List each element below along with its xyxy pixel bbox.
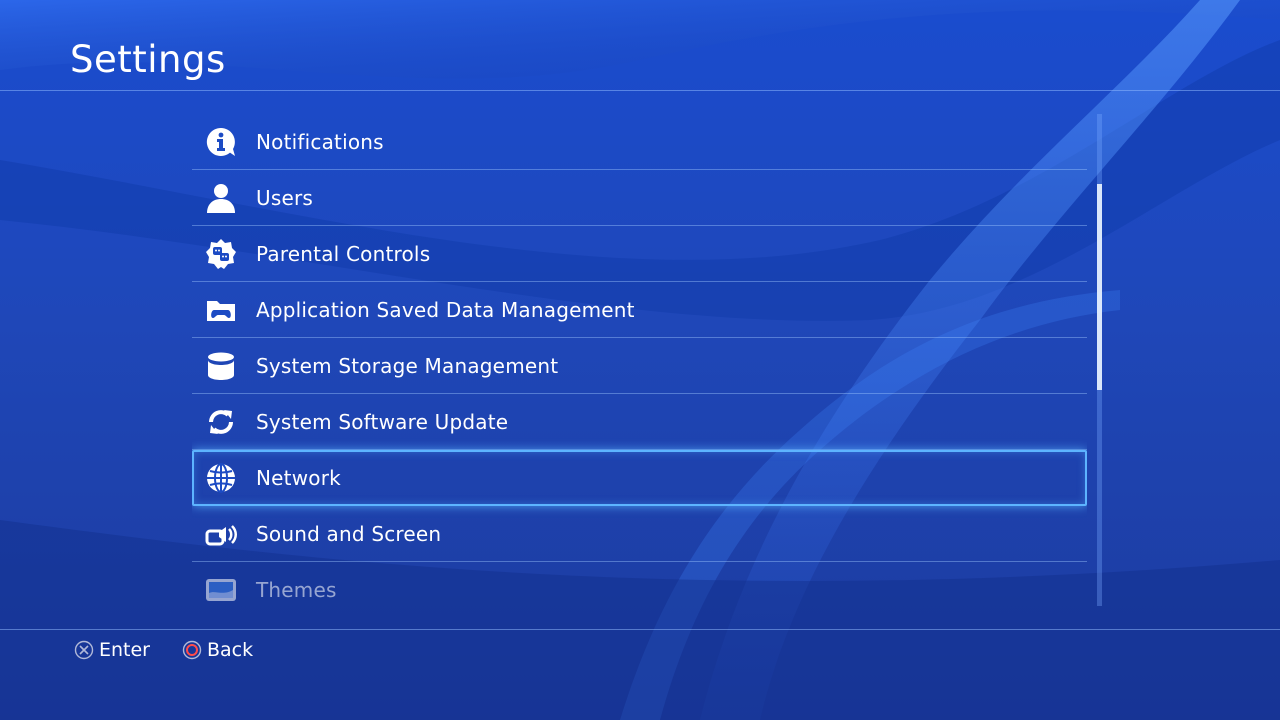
menu-item-label: Themes: [256, 578, 337, 602]
menu-item-label: Sound and Screen: [256, 521, 442, 546]
parental-shield-icon: [205, 238, 237, 270]
update-arrows-icon: [205, 406, 237, 438]
header-divider: [0, 90, 1280, 91]
menu-item-label: Application Saved Data Management: [256, 297, 635, 322]
menu-item-label: System Storage Management: [256, 353, 559, 378]
user-icon: [205, 182, 237, 214]
menu-item-application-saved-data[interactable]: Application Saved Data Management: [192, 282, 1087, 338]
enter-label: Enter: [99, 639, 150, 661]
menu-item-label: Network: [256, 466, 341, 490]
page-title: Settings: [70, 38, 226, 81]
globe-icon: [205, 462, 237, 494]
menu-item-system-software-update[interactable]: System Software Update: [192, 394, 1087, 450]
menu-item-parental-controls[interactable]: Parental Controls: [192, 226, 1087, 282]
cross-button-icon: [74, 640, 94, 660]
back-label: Back: [207, 639, 254, 661]
themes-icon: [205, 574, 237, 606]
circle-button-icon: [182, 640, 202, 660]
back-hint[interactable]: Back: [182, 639, 253, 661]
sound-screen-icon: [205, 518, 237, 550]
menu-item-users[interactable]: Users: [192, 170, 1087, 226]
menu-item-label: Notifications: [256, 129, 384, 154]
menu-item-label: Users: [256, 185, 314, 210]
scrollbar-thumb[interactable]: [1097, 184, 1102, 390]
button-hints: Enter Back: [74, 636, 285, 664]
menu-item-sound-and-screen[interactable]: Sound and Screen: [192, 506, 1087, 562]
menu-item-network[interactable]: Network: [192, 450, 1087, 506]
menu-item-notifications[interactable]: Notifications: [192, 114, 1087, 170]
info-bubble-icon: [205, 126, 237, 158]
folder-controller-icon: [205, 294, 237, 326]
menu-item-themes[interactable]: Themes: [192, 562, 1087, 606]
menu-item-label: System Software Update: [256, 409, 509, 434]
menu-item-system-storage[interactable]: System Storage Management: [192, 338, 1087, 394]
footer-divider: [0, 629, 1280, 630]
storage-cylinder-icon: [205, 350, 237, 382]
enter-hint[interactable]: Enter: [74, 639, 150, 661]
settings-menu-list: Notifications Users Parental Controls Ap…: [192, 114, 1087, 606]
menu-item-label: Parental Controls: [256, 241, 431, 266]
